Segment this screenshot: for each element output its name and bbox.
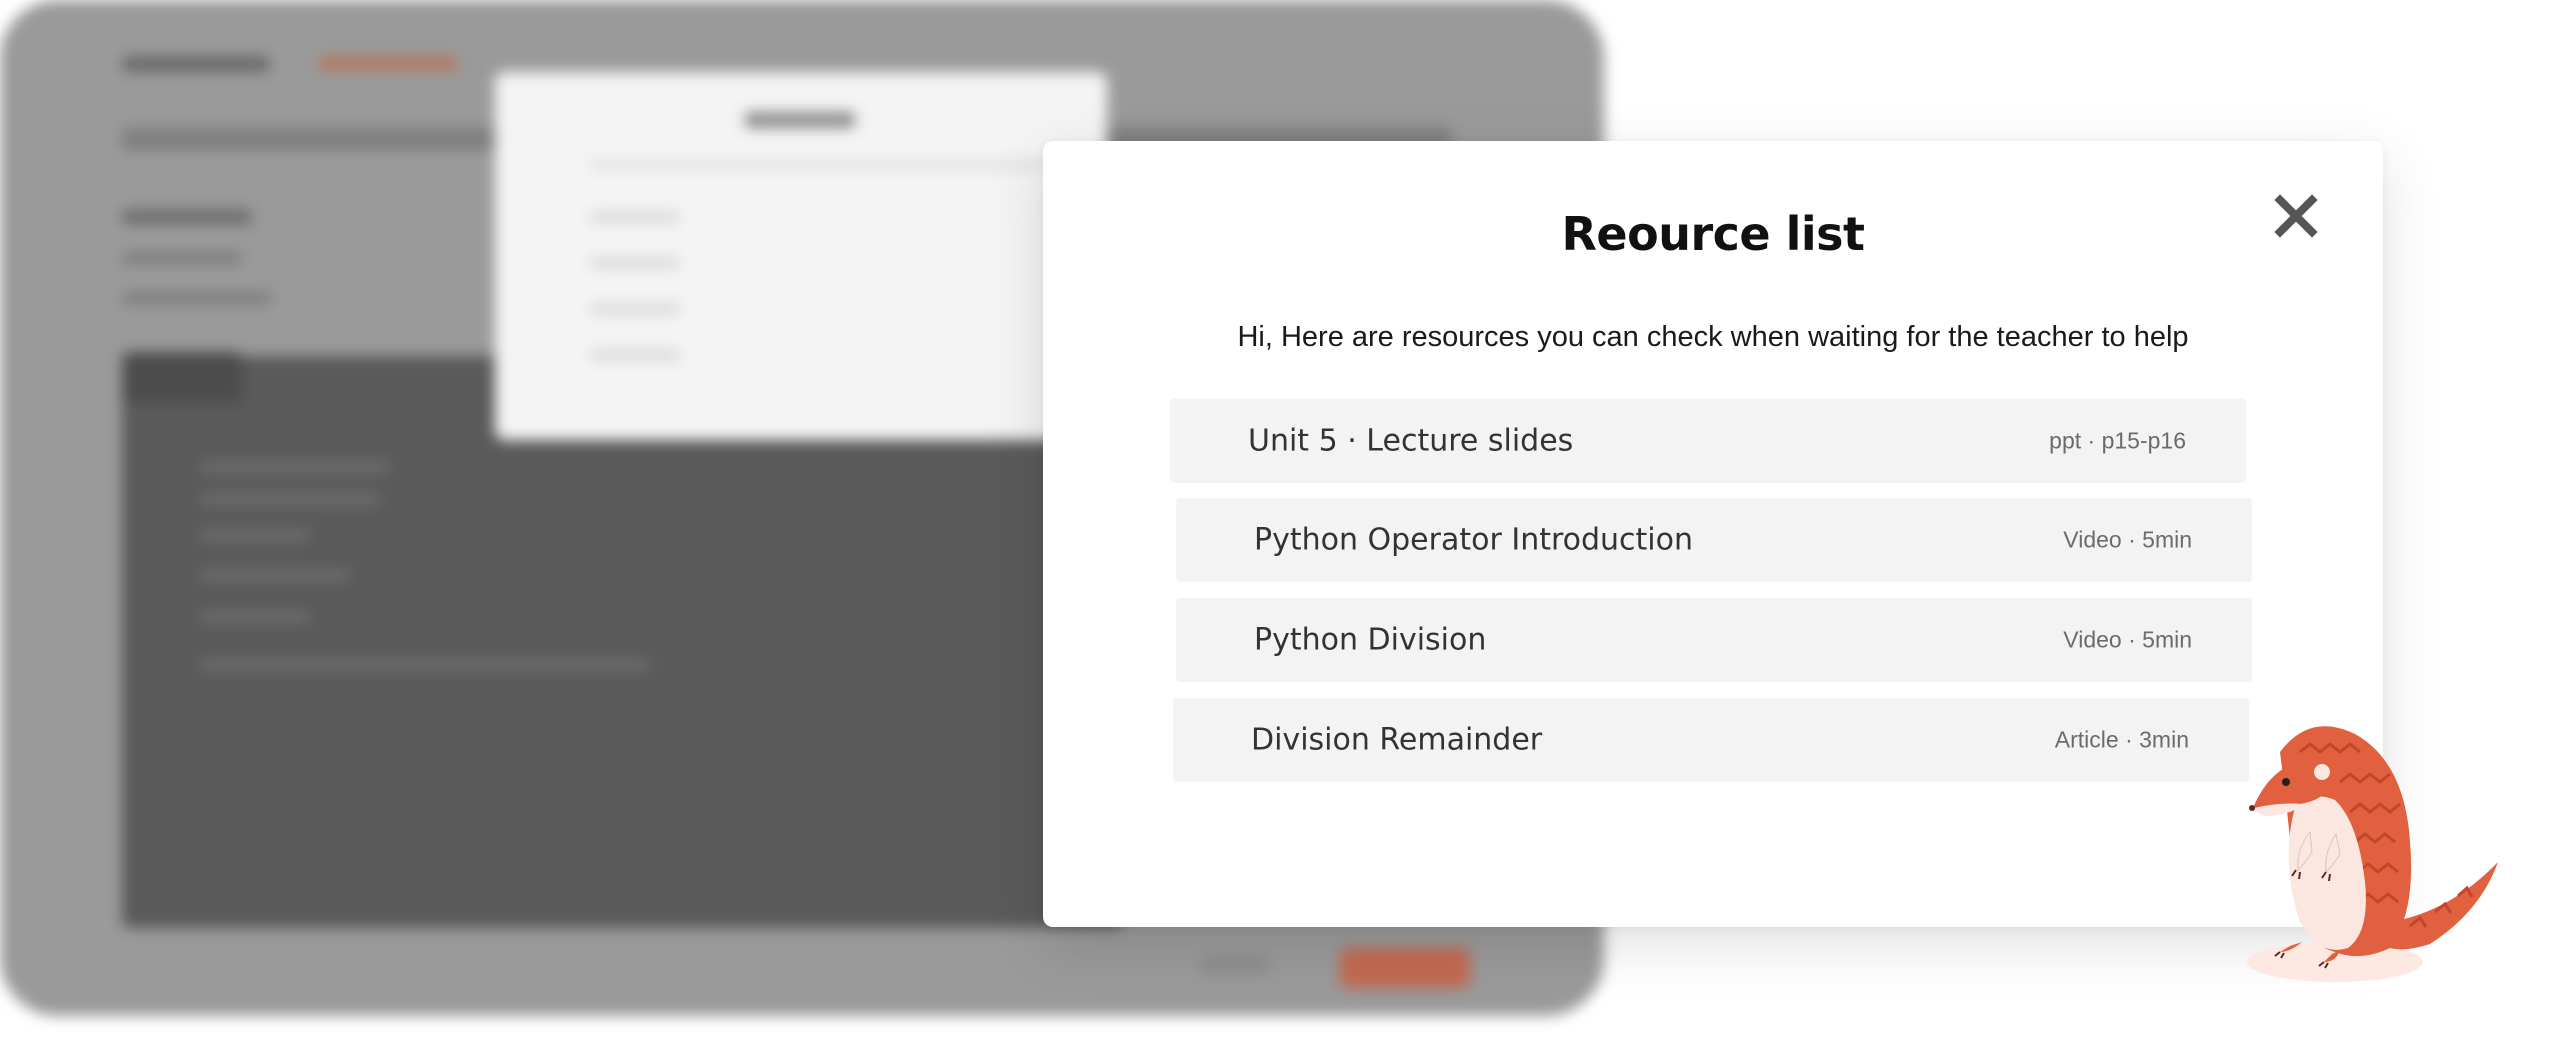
modal-subtitle: Hi, Here are resources you can check whe… <box>1237 321 2189 353</box>
resource-meta: ppt · p15-p16 <box>2049 427 2186 454</box>
resource-item-division-remainder[interactable]: Division Remainder Article · 3min <box>1173 698 2249 782</box>
resource-list-modal: Reource list Hi, Here are resources you … <box>1043 141 2383 927</box>
resource-title: Unit 5 · Lecture slides <box>1248 423 1574 459</box>
screen: Reource list Hi, Here are resources you … <box>0 0 2552 1062</box>
resource-title: Python Division <box>1254 622 1487 658</box>
resource-title: Python Operator Introduction <box>1254 522 1694 558</box>
resource-meta: Video · 5min <box>2063 526 2192 553</box>
resource-item-python-division[interactable]: Python Division Video · 5min <box>1176 598 2252 682</box>
close-button[interactable] <box>2265 185 2327 247</box>
resource-item-python-operator-introduction[interactable]: Python Operator Introduction Video · 5mi… <box>1176 498 2252 582</box>
resource-item-lecture-slides[interactable]: Unit 5 · Lecture slides ppt · p15-p16 <box>1170 399 2246 483</box>
modal-title: Reource list <box>1561 207 1865 261</box>
resource-title: Division Remainder <box>1251 722 1543 758</box>
pangolin-mascot-icon <box>2247 726 2498 982</box>
resource-meta: Article · 3min <box>2054 726 2189 753</box>
close-icon <box>2274 194 2318 238</box>
resource-meta: Video · 5min <box>2063 626 2192 653</box>
